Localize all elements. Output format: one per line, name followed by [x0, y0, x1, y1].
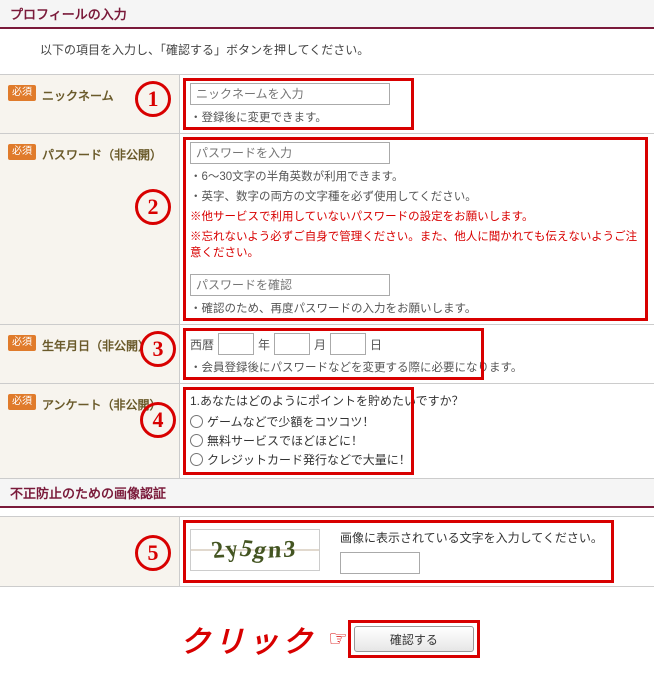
required-badge: 必須	[8, 335, 36, 351]
label-col-nickname: 必須 ニックネーム 1	[0, 75, 180, 133]
label-col-survey: 必須 アンケート（非公開） 4	[0, 384, 180, 478]
highlight-box-button	[348, 620, 480, 658]
label-password: パスワード（非公開）	[42, 144, 162, 163]
row-nickname: 必須 ニックネーム 1 登録後に変更できます。	[0, 75, 654, 134]
required-badge: 必須	[8, 144, 36, 160]
captcha-title: 不正防止のための画像認証	[10, 486, 166, 501]
value-col-password: 6～30文字の半角英数が利用できます。 英字、数字の両方の文字種を必ず使用してく…	[180, 134, 654, 324]
value-col-nickname: 登録後に変更できます。	[180, 75, 654, 133]
label-nickname: ニックネーム	[42, 85, 114, 104]
profile-fields: 必須 ニックネーム 1 登録後に変更できます。 必須 パスワード（非公開） 2 …	[0, 74, 654, 479]
value-col-dob: 西暦 年 月 日 会員登録後にパスワードなどを変更する際に必要になります。	[180, 325, 654, 383]
required-badge: 必須	[8, 85, 36, 101]
marker-3: 3	[140, 331, 176, 367]
value-col-captcha: 2y5gn3 画像に表示されている文字を入力してください。	[180, 517, 654, 586]
section-header-captcha: 不正防止のための画像認証	[0, 479, 654, 508]
marker-1: 1	[135, 81, 171, 117]
click-annotation: クリック	[180, 617, 316, 661]
value-col-survey: 1.あなたはどのようにポイントを貯めたいですか？ ゲームなどで少額をコツコツ！ …	[180, 384, 654, 478]
label-col-dob: 必須 生年月日（非公開） 3	[0, 325, 180, 383]
highlight-box-1	[183, 78, 414, 130]
section-header-profile: プロフィールの入力	[0, 0, 654, 29]
highlight-box-3	[183, 328, 484, 380]
required-badge: 必須	[8, 394, 36, 410]
row-survey: 必須 アンケート（非公開） 4 1.あなたはどのようにポイントを貯めたいですか？…	[0, 384, 654, 479]
highlight-box-2	[183, 137, 648, 321]
highlight-box-4	[183, 387, 414, 475]
marker-5: 5	[135, 535, 171, 571]
row-password: 必須 パスワード（非公開） 2 6～30文字の半角英数が利用できます。 英字、数…	[0, 134, 654, 325]
row-dob: 必須 生年月日（非公開） 3 西暦 年 月 日 会員登録後にパスワードなどを変更…	[0, 325, 654, 384]
captcha-image: 2y5gn3	[190, 529, 320, 571]
pointing-hand-icon: ☞	[328, 626, 348, 652]
section-title: プロフィールの入力	[10, 7, 127, 22]
label-col-captcha: 5	[0, 517, 180, 586]
label-col-password: 必須 パスワード（非公開） 2	[0, 134, 180, 324]
row-captcha: 5 2y5gn3 画像に表示されている文字を入力してください。	[0, 517, 654, 587]
marker-4: 4	[140, 402, 176, 438]
marker-2: 2	[135, 189, 171, 225]
label-dob: 生年月日（非公開）	[42, 335, 150, 354]
submit-area: クリック ☞ 確認する	[0, 587, 654, 691]
instruction-text: 以下の項目を入力し、「確認する」ボタンを押してください。	[0, 29, 654, 74]
